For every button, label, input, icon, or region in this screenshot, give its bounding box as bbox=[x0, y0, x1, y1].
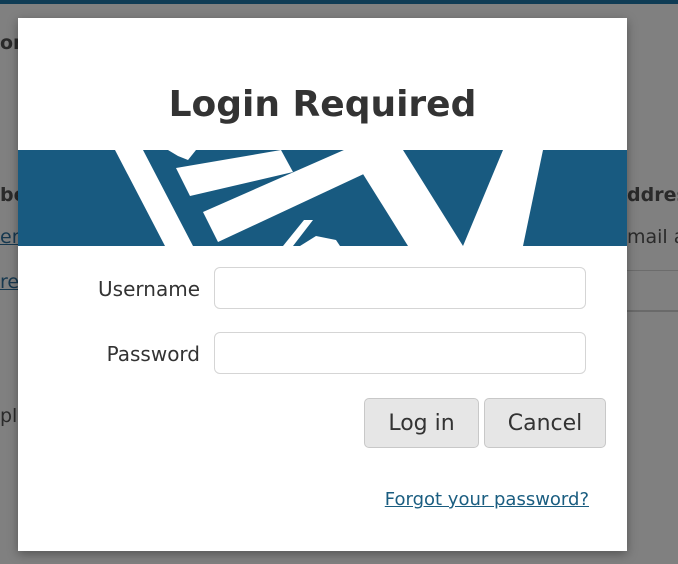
cancel-button[interactable]: Cancel bbox=[484, 398, 606, 448]
background-link-fragment: er bbox=[0, 226, 20, 248]
background-input bbox=[627, 270, 678, 311]
dialog-title: Login Required bbox=[168, 84, 477, 125]
login-button[interactable]: Log in bbox=[364, 398, 479, 448]
background-link-fragment: re bbox=[0, 271, 20, 293]
background-text-fragment: mail a bbox=[627, 226, 678, 248]
background-column-header: ddres bbox=[627, 184, 678, 206]
username-input[interactable] bbox=[214, 267, 586, 309]
background-text-fragment: pl bbox=[0, 405, 18, 427]
login-dialog: Login Required Username Password Log in … bbox=[18, 18, 627, 551]
forgot-password-link[interactable]: Forgot your password? bbox=[385, 489, 589, 510]
password-row: Password bbox=[18, 332, 627, 376]
dialog-banner bbox=[18, 150, 627, 246]
background-divider bbox=[627, 310, 678, 312]
username-row: Username bbox=[18, 267, 627, 311]
password-label: Password bbox=[106, 342, 200, 366]
username-label: Username bbox=[98, 277, 200, 301]
background-top-bar bbox=[0, 0, 678, 4]
password-input[interactable] bbox=[214, 332, 586, 374]
banner-graphic bbox=[18, 150, 627, 246]
